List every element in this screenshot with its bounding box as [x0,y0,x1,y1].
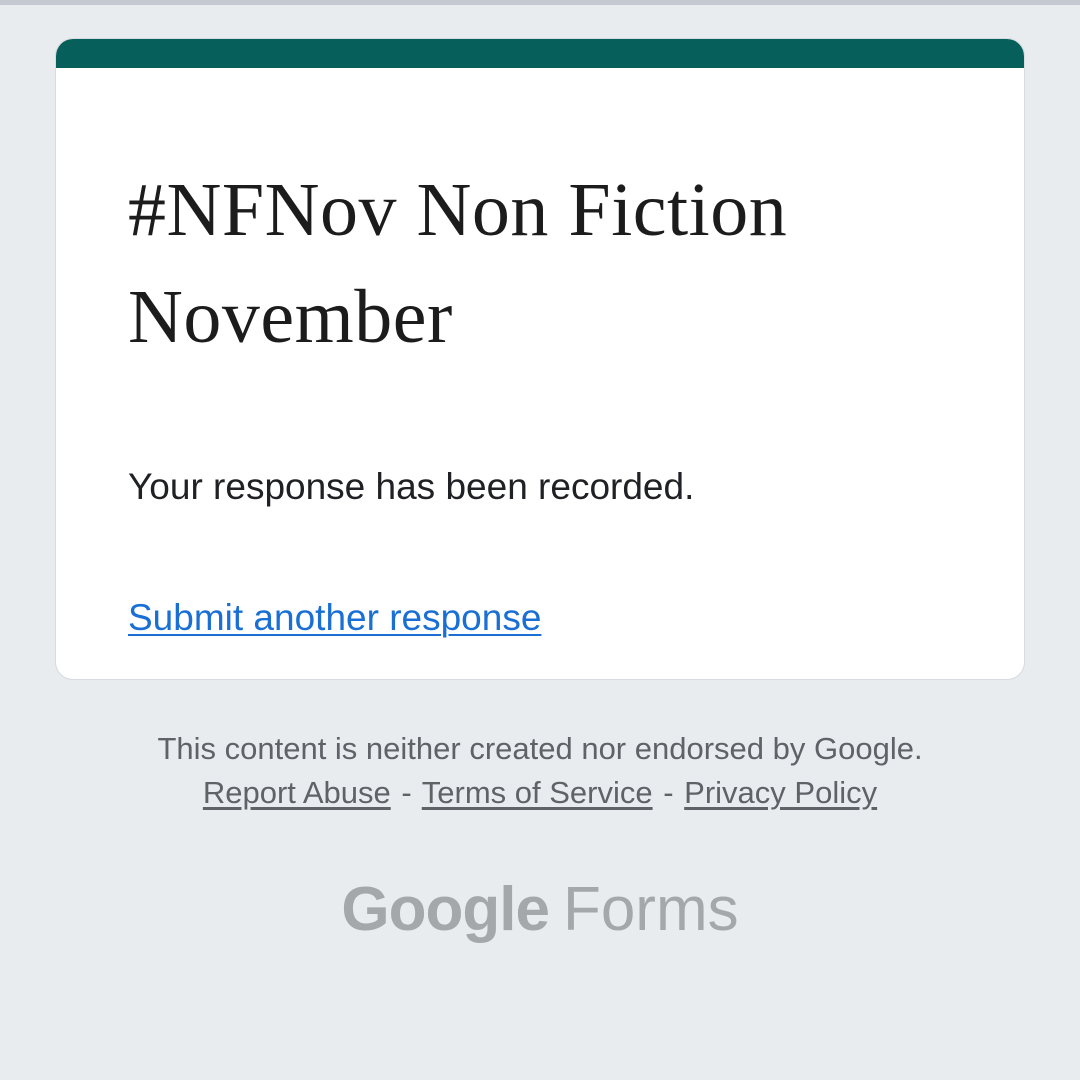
confirmation-message: Your response has been recorded. [128,466,695,507]
top-divider [0,0,1080,5]
google-forms-logo[interactable]: Google Forms [0,870,1080,950]
privacy-policy-link[interactable]: Privacy Policy [684,775,877,810]
footer-disclaimer: This content is neither created nor endo… [157,731,923,766]
report-abuse-link[interactable]: Report Abuse [203,775,391,810]
footer-separator: - [401,775,412,810]
card-accent-bar [56,39,1024,68]
terms-of-service-link[interactable]: Terms of Service [422,775,653,810]
submit-another-response-link[interactable]: Submit another response [128,594,541,642]
footer-separator: - [663,775,674,810]
forms-wordmark: Forms [562,875,739,944]
footer-links: Report Abuse - Terms of Service - Privac… [0,771,1080,815]
footer: This content is neither created nor endo… [0,727,1080,815]
form-confirmation-card: #NFNov Non Fiction November Your respons… [55,38,1025,680]
google-wordmark: Google [341,875,550,944]
form-title: #NFNov Non Fiction November [128,168,788,359]
